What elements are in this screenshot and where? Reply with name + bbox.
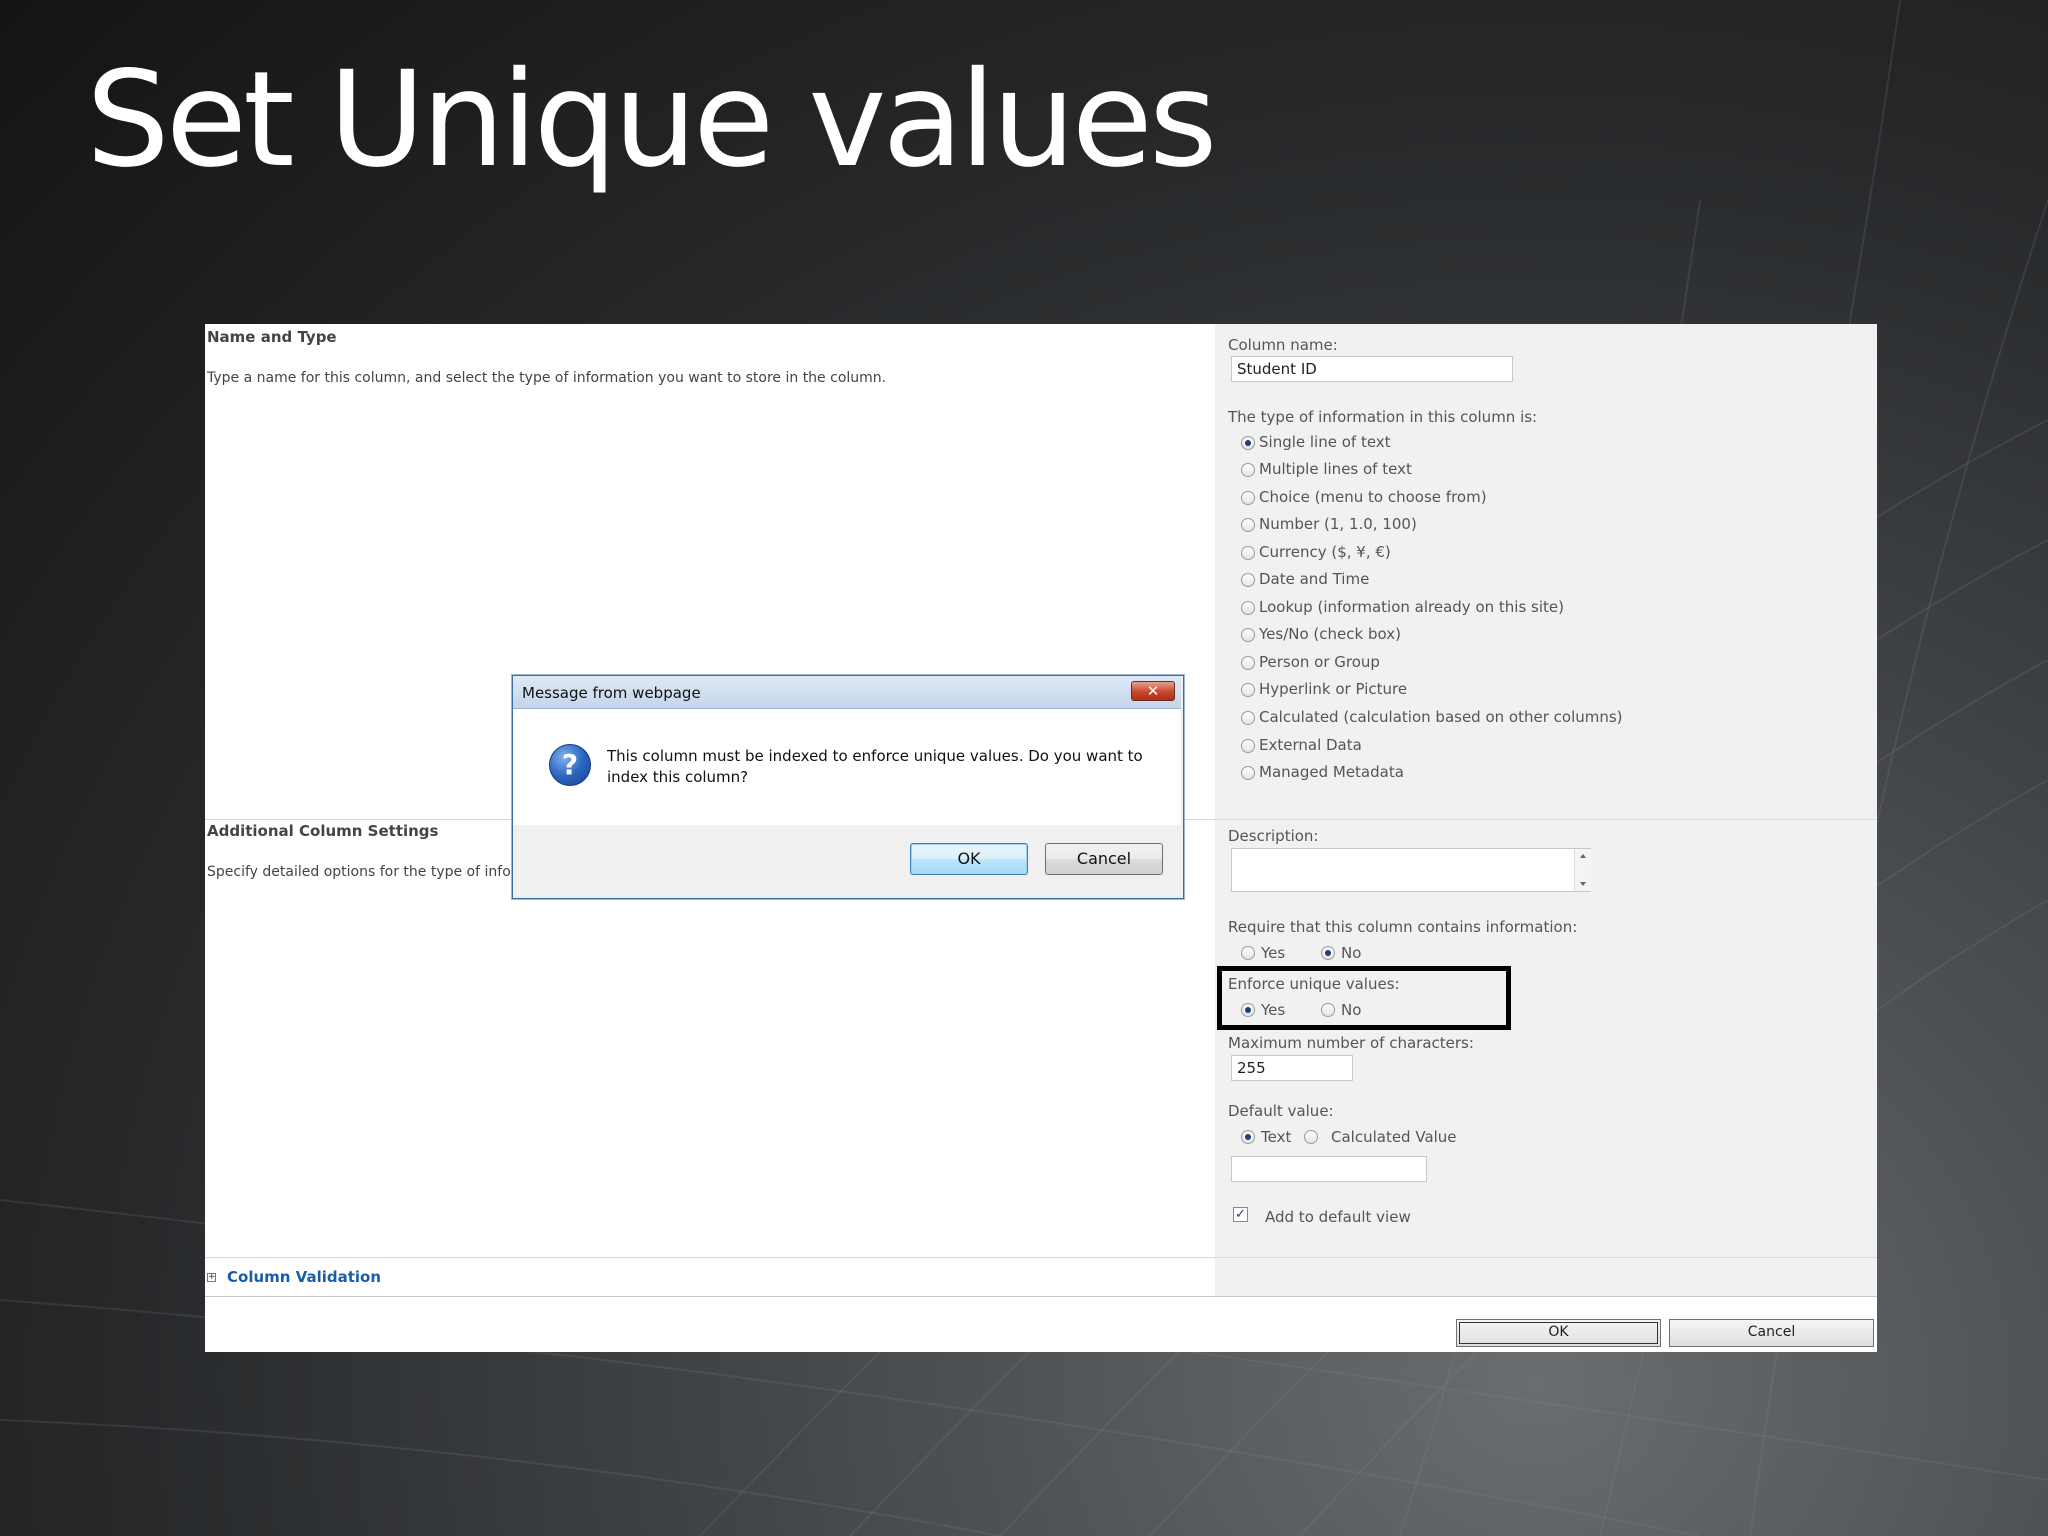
description-scrollbar[interactable]: [1574, 849, 1591, 891]
require-label: Require that this column contains inform…: [1228, 918, 1578, 936]
type-option-label: Currency ($, ¥, €): [1259, 543, 1391, 561]
radio-default-calculated[interactable]: [1304, 1130, 1318, 1144]
type-option-label: Date and Time: [1259, 570, 1370, 588]
dialog-title: Message from webpage: [522, 684, 701, 702]
require-no-label: No: [1341, 944, 1362, 962]
description-label: Description:: [1228, 827, 1319, 845]
type-option-label: Lookup (information already on this site…: [1259, 598, 1564, 616]
radio-choice[interactable]: [1241, 491, 1255, 505]
column-name-label: Column name:: [1228, 336, 1338, 354]
description-textarea[interactable]: [1231, 848, 1591, 892]
enforce-unique-highlight-box: [1217, 966, 1511, 1030]
type-label: The type of information in this column i…: [1228, 408, 1538, 426]
radio-multiple-lines-of-text[interactable]: [1241, 463, 1255, 477]
radio-person-or-group[interactable]: [1241, 656, 1255, 670]
column-validation-link[interactable]: Column Validation: [227, 1268, 381, 1286]
radio-yes-no[interactable]: [1241, 628, 1255, 642]
radio-lookup[interactable]: [1241, 601, 1255, 615]
message-dialog: Message from webpage ✕ ? This column mus…: [512, 675, 1184, 899]
radio-require-no[interactable]: [1321, 946, 1335, 960]
column-name-input[interactable]: Student ID: [1231, 356, 1513, 382]
ok-button[interactable]: OK: [1456, 1319, 1661, 1347]
dialog-ok-button[interactable]: OK: [910, 843, 1028, 875]
radio-default-text[interactable]: [1241, 1130, 1255, 1144]
dialog-message: This column must be indexed to enforce u…: [607, 747, 1143, 786]
default-calculated-label: Calculated Value: [1331, 1128, 1457, 1146]
radio-currency[interactable]: [1241, 546, 1255, 560]
section-description-additional-settings: Specify detailed options for the type of…: [207, 864, 530, 880]
type-option-label: Number (1, 1.0, 100): [1259, 515, 1417, 533]
default-value-input[interactable]: [1231, 1156, 1427, 1182]
radio-managed-metadata[interactable]: [1241, 766, 1255, 780]
scroll-arrows-icon: [1580, 854, 1586, 886]
dialog-cancel-button[interactable]: Cancel: [1045, 843, 1163, 875]
type-option-label: Managed Metadata: [1259, 763, 1404, 781]
default-text-label: Text: [1261, 1128, 1292, 1146]
radio-calculated[interactable]: [1241, 711, 1255, 725]
default-value-label: Default value:: [1228, 1102, 1334, 1120]
dialog-body: ? This column must be indexed to enforce…: [513, 709, 1181, 825]
type-option-label: Single line of text: [1259, 433, 1391, 451]
add-default-view-label: Add to default view: [1265, 1208, 1411, 1226]
section-title-name-and-type: Name and Type: [207, 328, 337, 346]
type-option-label: Multiple lines of text: [1259, 460, 1412, 478]
type-option-label: External Data: [1259, 736, 1362, 754]
radio-require-yes[interactable]: [1241, 946, 1255, 960]
section-divider: [205, 1257, 1877, 1258]
radio-single-line-of-text[interactable]: [1241, 436, 1255, 450]
radio-hyperlink-or-picture[interactable]: [1241, 683, 1255, 697]
type-option-label: Calculated (calculation based on other c…: [1259, 708, 1623, 726]
type-option-label: Person or Group: [1259, 653, 1380, 671]
slide-title: Set Unique values: [86, 43, 1218, 197]
expand-icon[interactable]: +: [207, 1273, 216, 1282]
cancel-button[interactable]: Cancel: [1669, 1319, 1874, 1347]
question-icon: ?: [549, 744, 591, 786]
radio-date-and-time[interactable]: [1241, 573, 1255, 587]
max-chars-label: Maximum number of characters:: [1228, 1034, 1474, 1052]
require-yes-label: Yes: [1261, 944, 1286, 962]
type-option-label: Choice (menu to choose from): [1259, 488, 1487, 506]
radio-number[interactable]: [1241, 518, 1255, 532]
type-option-label: Yes/No (check box): [1259, 625, 1401, 643]
type-option-label: Hyperlink or Picture: [1259, 680, 1408, 698]
radio-external-data[interactable]: [1241, 739, 1255, 753]
close-icon[interactable]: ✕: [1131, 681, 1175, 701]
max-chars-input[interactable]: 255: [1231, 1055, 1353, 1081]
section-description-name-and-type: Type a name for this column, and select …: [207, 370, 887, 386]
footer-divider: [205, 1296, 1877, 1297]
add-default-view-checkbox[interactable]: ✓: [1233, 1207, 1248, 1222]
dialog-title-bar[interactable]: Message from webpage ✕: [513, 676, 1181, 709]
section-title-additional-settings: Additional Column Settings: [207, 822, 439, 840]
